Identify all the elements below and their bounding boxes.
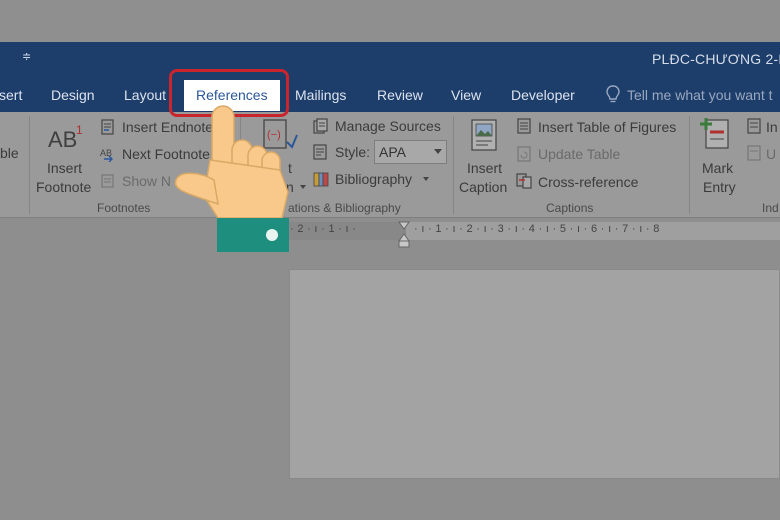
mark-entry-icon[interactable]: [698, 116, 734, 152]
mark-entry-label-2: Entry: [703, 179, 736, 195]
footnotes-group-label: Footnotes: [97, 201, 151, 215]
update-table-icon: [517, 146, 531, 162]
show-notes-icon: [101, 174, 114, 188]
manage-sources-icon: [313, 118, 328, 134]
tab-layout[interactable]: Layout: [124, 87, 166, 103]
chevron-down-icon: [434, 149, 442, 154]
tab-design[interactable]: Design: [51, 87, 95, 103]
show-notes-button[interactable]: Show N: [122, 173, 171, 189]
group-separator: [689, 116, 690, 214]
pointing-hand-icon: [174, 105, 289, 252]
indent-marker-icon[interactable]: [397, 221, 411, 249]
table-of-contents-label[interactable]: ble: [0, 145, 19, 161]
index-group-label: Ind: [762, 201, 779, 215]
style-icon: [313, 144, 327, 160]
update-table-button[interactable]: Update Table: [538, 146, 620, 162]
insert-caption-icon[interactable]: [470, 118, 498, 152]
mark-entry-label-1: Mark: [702, 160, 734, 176]
chevron-down-icon: [423, 177, 429, 181]
tab-review[interactable]: Review: [377, 87, 423, 103]
insert-caption-label-2: Caption: [459, 179, 508, 195]
tab-developer[interactable]: Developer: [511, 87, 575, 103]
document-page[interactable]: [289, 269, 780, 479]
tab-mailings[interactable]: Mailings: [295, 87, 346, 103]
citation-style-dropdown[interactable]: APA: [374, 140, 447, 164]
captions-group-label: Captions: [546, 201, 594, 215]
insert-caption-label-1: Insert: [467, 160, 503, 176]
cross-reference-icon: [516, 173, 532, 189]
citations-group-label: ations & Bibliography: [288, 201, 401, 215]
insert-endnote-icon: [101, 119, 114, 135]
top-band: [0, 0, 780, 42]
lightbulb-icon: [606, 85, 620, 103]
insert-index-icon: [747, 118, 761, 134]
quick-access-customize-icon[interactable]: ≑: [22, 50, 31, 63]
tab-insert[interactable]: sert: [0, 87, 22, 103]
insert-footnote-label-1: Insert: [47, 160, 83, 176]
document-title: PLĐC-CHƯƠNG 2-LI: [652, 51, 780, 67]
bibliography-icon: [313, 172, 329, 187]
table-of-figures-icon: [517, 118, 531, 134]
insert-footnote-icon[interactable]: AB 1: [48, 123, 86, 151]
insert-footnote-label-2: Footnote: [36, 179, 92, 195]
tell-me-search[interactable]: Tell me what you want t: [627, 87, 773, 103]
tab-view[interactable]: View: [451, 87, 481, 103]
style-label: Style:: [335, 144, 371, 160]
group-separator: [29, 116, 30, 214]
chevron-down-icon: [300, 185, 306, 189]
insert-index-button[interactable]: In: [766, 119, 778, 135]
ribbon-divider: [0, 217, 780, 218]
ruler-right-ticks: · ı · 1 · ı · 2 · ı · 3 · ı · 4 · ı · 5 …: [414, 223, 660, 235]
insert-table-of-figures-button[interactable]: Insert Table of Figures: [538, 119, 676, 135]
citation-style-value: APA: [379, 144, 406, 160]
svg-text:AB: AB: [48, 127, 77, 151]
group-separator: [453, 116, 454, 214]
bibliography-button[interactable]: Bibliography: [335, 171, 412, 187]
update-index-button[interactable]: U: [766, 146, 776, 162]
update-index-icon: [747, 145, 761, 161]
next-footnote-icon: AB: [100, 148, 113, 162]
manage-sources-button[interactable]: Manage Sources: [335, 118, 441, 134]
cross-reference-button[interactable]: Cross-reference: [538, 174, 638, 190]
svg-text:1: 1: [76, 123, 83, 137]
